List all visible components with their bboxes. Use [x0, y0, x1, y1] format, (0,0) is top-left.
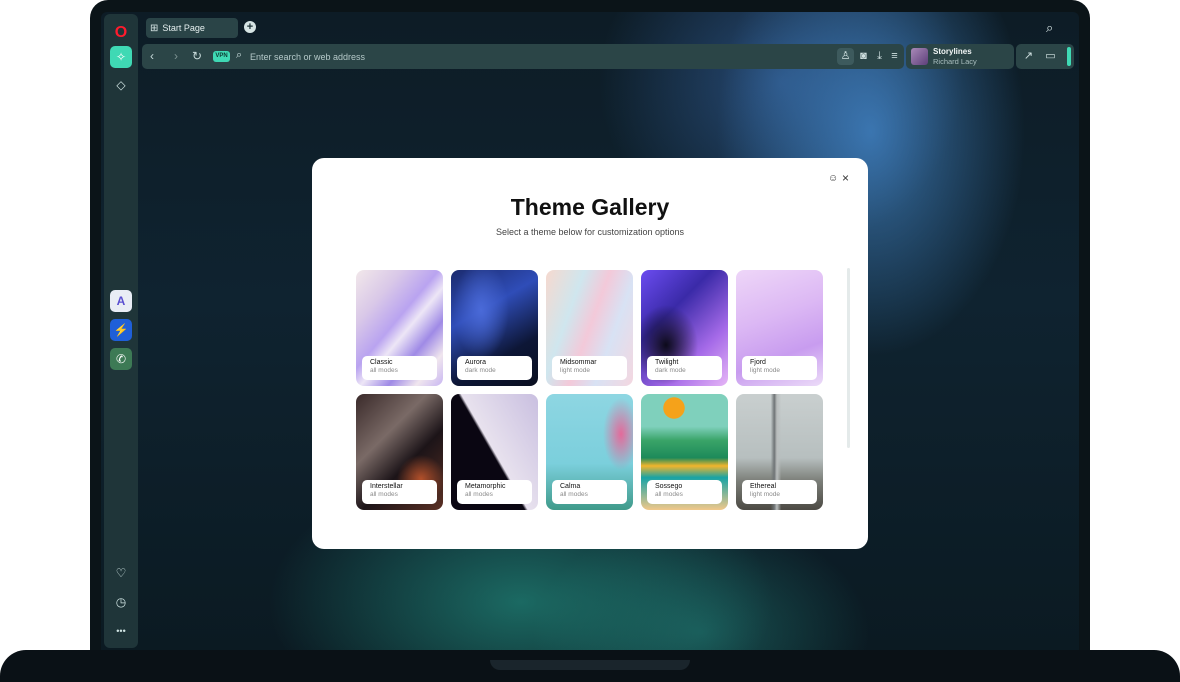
theme-card-label: Classic all modes	[362, 356, 437, 380]
smiley-icon[interactable]: ☺	[828, 173, 838, 184]
modal-title: Theme Gallery	[510, 194, 670, 220]
theme-card-twilight[interactable]: Twilight dark mode	[641, 270, 728, 386]
modal-subtitle: Select a theme below for customization o…	[495, 227, 685, 237]
sidebar: O ✧ ◇ A ⚡ ✆ ♡ ◷ •••	[104, 14, 138, 648]
theme-card-label: Aurora dark mode	[457, 356, 532, 380]
tabs-grid-icon: ⊞	[150, 22, 159, 34]
theme-name: Metamorphic	[465, 483, 506, 490]
theme-card-label: Interstellar all modes	[362, 480, 437, 504]
theme-card-interstellar[interactable]: Interstellar all modes	[356, 394, 443, 510]
theme-name: Calma	[560, 483, 581, 490]
reload-icon[interactable]: ↻	[192, 49, 202, 63]
search-tabs-icon[interactable]: ⌕	[1046, 20, 1053, 36]
theme-card-ethereal[interactable]: Ethereal light mode	[736, 394, 823, 510]
whatsapp-icon[interactable]: ✆	[110, 348, 132, 370]
messenger-icon[interactable]: ⚡	[110, 319, 132, 341]
album-art	[911, 48, 928, 65]
favorites-icon[interactable]: ♡	[110, 562, 132, 584]
theme-name: Fjord	[750, 359, 766, 366]
address-bar: ‹ › ↻ VPN ⌕ ♙ ◙ ⤓ ≡	[142, 44, 904, 69]
aria-icon[interactable]: ✧	[110, 46, 132, 68]
music-player[interactable]: Storylines Richard Lacy	[906, 44, 1014, 69]
theme-card-classic[interactable]: Classic all modes	[356, 270, 443, 386]
tab-label: Start Page	[162, 23, 205, 33]
close-icon[interactable]: ×	[842, 171, 849, 185]
theme-mode: light mode	[750, 367, 780, 374]
sidebar-indicator	[1067, 47, 1071, 66]
theme-mode: all modes	[370, 367, 398, 374]
new-tab-button[interactable]: +	[244, 21, 256, 33]
theme-gallery-modal: ☺ × Theme Gallery Select a theme below f…	[312, 158, 868, 549]
theme-card-label: Twilight dark mode	[647, 356, 722, 380]
laptop-notch	[490, 660, 690, 670]
more-icon[interactable]: •••	[110, 620, 132, 642]
theme-name: Classic	[370, 359, 393, 366]
theme-card-label: Sossego all modes	[647, 480, 722, 504]
camera-icon[interactable]: ◙	[855, 48, 872, 65]
trending-icon[interactable]: ↗	[1020, 48, 1037, 65]
scrollbar[interactable]	[847, 268, 850, 448]
track-artist: Richard Lacy	[933, 57, 977, 66]
theme-card-fjord[interactable]: Fjord light mode	[736, 270, 823, 386]
theme-card-label: Fjord light mode	[742, 356, 817, 380]
theme-mode: dark mode	[465, 367, 496, 374]
theme-mode: all modes	[465, 491, 493, 498]
toolbar-extras: ↗ ▭	[1016, 44, 1074, 69]
theme-mode: all modes	[370, 491, 398, 498]
app-1-icon[interactable]: A	[110, 290, 132, 312]
vpn-badge[interactable]: VPN	[213, 51, 230, 62]
theme-card-calma[interactable]: Calma all modes	[546, 394, 633, 510]
track-title: Storylines	[933, 47, 972, 56]
theme-mode: light mode	[560, 367, 590, 374]
opera-logo-icon[interactable]: O	[110, 22, 132, 44]
theme-name: Sossego	[655, 483, 683, 490]
search-icon: ⌕	[236, 49, 243, 61]
theme-name: Interstellar	[370, 483, 403, 490]
theme-name: Aurora	[465, 359, 487, 366]
theme-card-metamorphic[interactable]: Metamorphic all modes	[451, 394, 538, 510]
address-input[interactable]	[250, 49, 680, 64]
forward-icon[interactable]: ›	[174, 49, 178, 63]
theme-card-label: Midsommar light mode	[552, 356, 627, 380]
theme-mode: all modes	[560, 491, 588, 498]
theme-card-label: Calma all modes	[552, 480, 627, 504]
settings-sliders-icon[interactable]: ≡	[886, 48, 903, 65]
tab-start-page[interactable]: ⊞ Start Page	[146, 18, 238, 38]
theme-name: Ethereal	[750, 483, 777, 490]
theme-card-label: Ethereal light mode	[742, 480, 817, 504]
theme-name: Midsommar	[560, 359, 597, 366]
theme-card-aurora[interactable]: Aurora dark mode	[451, 270, 538, 386]
theme-name: Twilight	[655, 359, 679, 366]
theme-card-label: Metamorphic all modes	[457, 480, 532, 504]
pinboard-icon[interactable]: ◇	[110, 74, 132, 96]
theme-mode: light mode	[750, 491, 780, 498]
battery-icon[interactable]: ▭	[1042, 48, 1059, 65]
theme-card-sossego[interactable]: Sossego all modes	[641, 394, 728, 510]
profile-icon[interactable]: ♙	[837, 48, 854, 65]
back-icon[interactable]: ‹	[150, 49, 154, 63]
history-icon[interactable]: ◷	[110, 591, 132, 613]
theme-mode: dark mode	[655, 367, 686, 374]
theme-mode: all modes	[655, 491, 683, 498]
theme-card-midsommar[interactable]: Midsommar light mode	[546, 270, 633, 386]
